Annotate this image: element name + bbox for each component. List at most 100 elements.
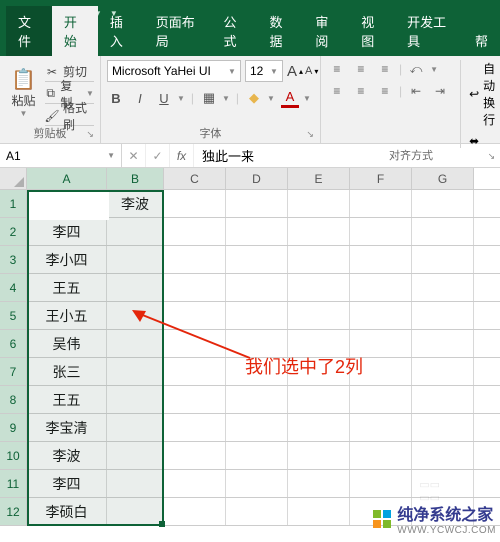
cell[interactable] [226, 470, 288, 497]
cell[interactable] [350, 274, 412, 301]
select-all-corner[interactable] [0, 168, 27, 189]
font-launcher-icon[interactable]: ↘ [306, 126, 314, 142]
align-middle-button[interactable]: ≡ [351, 60, 371, 78]
cell[interactable] [412, 414, 474, 441]
cell[interactable]: 独此一来 [27, 190, 107, 217]
cell[interactable] [350, 190, 412, 217]
cell[interactable] [350, 470, 412, 497]
cell[interactable] [288, 302, 350, 329]
cell[interactable] [288, 498, 350, 525]
row-header[interactable]: 11 [0, 470, 27, 497]
row-header[interactable]: 9 [0, 414, 27, 441]
cell[interactable] [226, 442, 288, 469]
cell[interactable]: 王五 [27, 386, 107, 413]
cell[interactable] [164, 190, 226, 217]
cell[interactable] [288, 274, 350, 301]
cell[interactable] [226, 246, 288, 273]
align-right-button[interactable]: ≡ [375, 82, 395, 100]
italic-button[interactable]: I [131, 88, 149, 108]
cell[interactable] [288, 386, 350, 413]
cell[interactable]: 李宝清 [27, 414, 107, 441]
align-bottom-button[interactable]: ≡ [375, 60, 395, 78]
tab-developer[interactable]: 开发工具 [395, 6, 463, 56]
cell[interactable]: 王小五 [27, 302, 107, 329]
name-box[interactable]: A1 ▼ [0, 144, 122, 167]
cell[interactable] [412, 246, 474, 273]
cell[interactable] [350, 218, 412, 245]
align-left-button[interactable]: ≡ [327, 82, 347, 100]
cell[interactable] [107, 470, 164, 497]
increase-indent-button[interactable]: ⇥ [430, 82, 450, 100]
row-header[interactable]: 12 [0, 498, 27, 525]
cell[interactable] [107, 442, 164, 469]
cell[interactable] [164, 218, 226, 245]
cell[interactable] [412, 442, 474, 469]
cell[interactable] [412, 358, 474, 385]
wrap-text-button[interactable]: ↩自动换行 [469, 60, 495, 128]
cell[interactable]: 李硕白 [27, 498, 107, 525]
cell[interactable] [107, 218, 164, 245]
cell[interactable] [164, 414, 226, 441]
cell[interactable] [107, 498, 164, 525]
font-size-combo[interactable]: 12▼ [245, 60, 283, 82]
cell[interactable] [288, 442, 350, 469]
copy-dropdown-icon[interactable]: ▼ [86, 89, 94, 98]
enter-formula-button[interactable]: ✓ [146, 144, 170, 167]
cell[interactable] [226, 302, 288, 329]
cell[interactable]: 吴伟 [27, 330, 107, 357]
cell[interactable] [107, 246, 164, 273]
cell[interactable] [164, 246, 226, 273]
cell[interactable] [412, 386, 474, 413]
tab-formulas[interactable]: 公式 [212, 6, 258, 56]
tab-data[interactable]: 数据 [257, 6, 303, 56]
row-header[interactable]: 10 [0, 442, 27, 469]
align-center-button[interactable]: ≡ [351, 82, 371, 100]
worksheet-grid[interactable]: A B C D E F G 1独此一来李波2李四3李小四4王五5王小五6吴伟7张… [0, 168, 500, 526]
cell[interactable] [164, 498, 226, 525]
cell[interactable] [288, 470, 350, 497]
column-header-B[interactable]: B [107, 168, 164, 189]
paste-dropdown-icon[interactable]: ▼ [20, 109, 28, 118]
cell[interactable] [288, 218, 350, 245]
cell[interactable] [350, 246, 412, 273]
cell[interactable]: 张三 [27, 358, 107, 385]
column-header-C[interactable]: C [164, 168, 226, 189]
tab-file[interactable]: 文件 [6, 6, 52, 56]
cell[interactable] [412, 218, 474, 245]
shrink-font-button[interactable]: A [305, 65, 312, 77]
row-header[interactable]: 6 [0, 330, 27, 357]
cell[interactable] [164, 442, 226, 469]
cell[interactable] [107, 330, 164, 357]
align-top-button[interactable]: ≡ [327, 60, 347, 78]
cell[interactable] [164, 358, 226, 385]
cell[interactable] [226, 190, 288, 217]
cell[interactable] [226, 274, 288, 301]
cell[interactable] [412, 330, 474, 357]
cell[interactable]: 李波 [107, 190, 164, 217]
tab-page-layout[interactable]: 页面布局 [144, 6, 212, 56]
cell[interactable]: 李小四 [27, 246, 107, 273]
cell[interactable] [164, 386, 226, 413]
border-button[interactable]: ▦ [200, 88, 218, 108]
column-header-F[interactable]: F [350, 168, 412, 189]
cell[interactable]: 李四 [27, 218, 107, 245]
alignment-launcher-icon[interactable]: ↘ [488, 148, 496, 164]
clipboard-launcher-icon[interactable]: ↘ [86, 126, 94, 142]
row-header[interactable]: 3 [0, 246, 27, 273]
row-header[interactable]: 7 [0, 358, 27, 385]
cell[interactable] [350, 442, 412, 469]
cell[interactable] [226, 498, 288, 525]
column-header-D[interactable]: D [226, 168, 288, 189]
font-color-dropdown-icon[interactable]: ▼ [303, 94, 311, 103]
row-header[interactable]: 1 [0, 190, 27, 217]
tab-review[interactable]: 审阅 [303, 6, 349, 56]
bold-button[interactable]: B [107, 88, 125, 108]
row-header[interactable]: 4 [0, 274, 27, 301]
cell[interactable] [164, 330, 226, 357]
font-name-combo[interactable]: Microsoft YaHei UI▼ [107, 60, 241, 82]
column-header-G[interactable]: G [412, 168, 474, 189]
cell[interactable] [107, 274, 164, 301]
cell[interactable] [412, 274, 474, 301]
cell[interactable] [288, 246, 350, 273]
cell[interactable]: 李四 [27, 470, 107, 497]
